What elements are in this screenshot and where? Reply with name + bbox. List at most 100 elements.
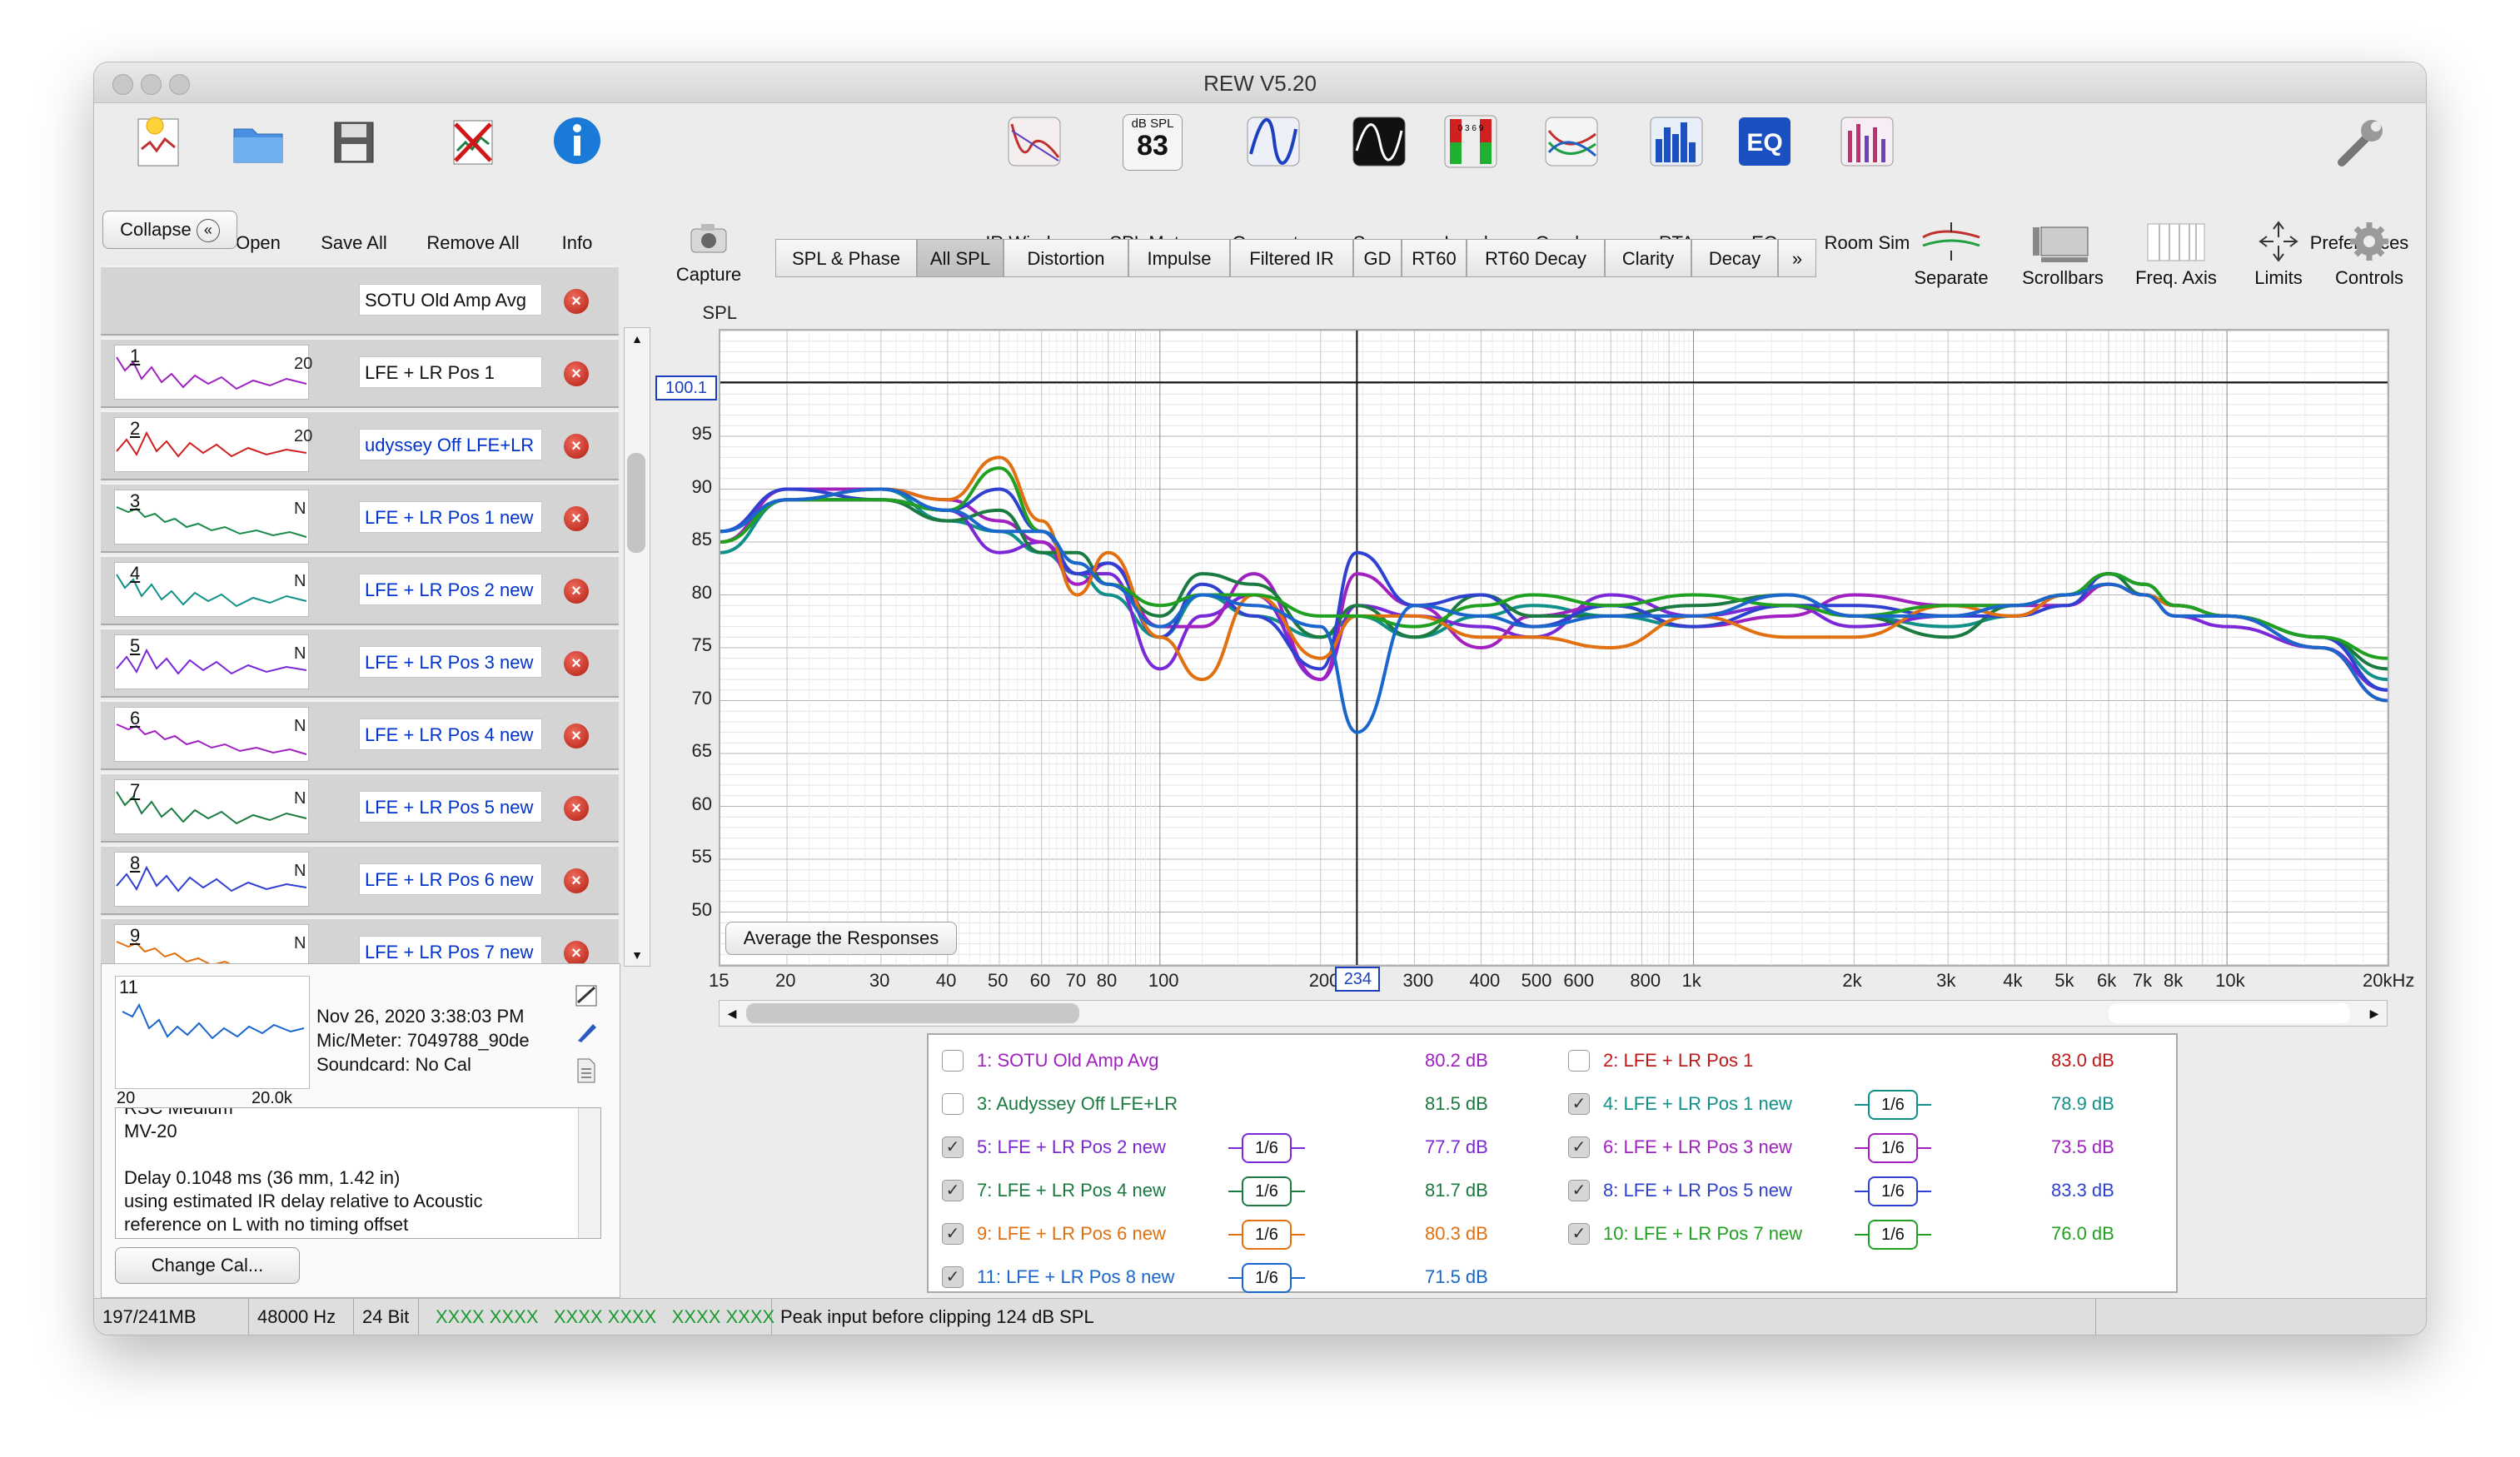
legend-checkbox[interactable]: ✓ <box>942 1223 964 1245</box>
status-message: Peak input before clipping 124 dB SPL <box>772 1299 2096 1335</box>
scrollbars-button[interactable]: Scrollbars <box>2005 221 2121 289</box>
remove-measurement-icon[interactable]: × <box>564 579 589 604</box>
x-tick-label: 40 <box>935 970 957 991</box>
capture-button[interactable]: Capture <box>659 221 759 286</box>
limits-button[interactable]: Limits <box>2233 221 2324 289</box>
measurement-card[interactable]: 4 N LFE + LR Pos 2 new × <box>101 555 619 625</box>
legend-checkbox[interactable]: ✓ <box>942 1180 964 1201</box>
freq-axis-button[interactable]: Freq. Axis <box>2118 221 2234 289</box>
pencil-icon[interactable] <box>575 1021 598 1044</box>
remove-measurement-icon[interactable]: × <box>564 724 589 748</box>
legend-checkbox[interactable]: ✓ <box>1568 1223 1590 1245</box>
legend-checkbox[interactable]: ✓ <box>942 1266 964 1288</box>
remove-measurement-icon[interactable]: × <box>564 434 589 459</box>
remove-measurement-icon[interactable]: × <box>564 868 589 893</box>
controls-button[interactable]: Controls <box>2319 221 2419 289</box>
tab-filtered-ir[interactable]: Filtered IR <box>1230 239 1353 277</box>
thumbnail-trace <box>116 506 307 538</box>
measurement-card[interactable]: 6 N LFE + LR Pos 4 new × <box>101 700 619 770</box>
notes-textarea[interactable]: RSC Medium MV-20 Delay 0.1048 ms (36 mm,… <box>115 1107 601 1239</box>
smoothing-indicator[interactable]: 1/6 <box>1855 1133 1931 1163</box>
y-tick-label: 85 <box>691 529 712 549</box>
remove-measurement-icon[interactable]: × <box>564 651 589 676</box>
bit-depth: 24 Bit <box>354 1299 419 1335</box>
remove-measurement-icon[interactable]: × <box>564 941 589 966</box>
smoothing-indicator[interactable]: 1/6 <box>1228 1220 1305 1250</box>
measurement-card[interactable]: 3 N LFE + LR Pos 1 new × <box>101 483 619 553</box>
smoothing-indicator[interactable]: 1/6 <box>1228 1133 1305 1163</box>
legend-value: 71.5 dB <box>1425 1266 1488 1287</box>
smoothing-indicator[interactable]: 1/6 <box>1855 1220 1931 1250</box>
scroll-left-arrow-icon[interactable]: ◀ <box>720 1001 745 1026</box>
y-tick-label: 70 <box>691 687 712 709</box>
measurement-name-field[interactable]: LFE + LR Pos 1 new <box>359 501 542 533</box>
graph-horizontal-scrollbar[interactable]: ◀ ▶ <box>719 1000 2388 1027</box>
tab-gd[interactable]: GD <box>1353 239 1402 277</box>
measurement-date: Nov 26, 2020 3:38:03 PM <box>316 1006 525 1027</box>
measurement-name-field[interactable]: LFE + LR Pos 2 new <box>359 574 542 605</box>
scroll-thumb[interactable] <box>627 453 645 553</box>
measurement-name-field[interactable]: LFE + LR Pos 1 <box>359 356 542 388</box>
legend-checkbox[interactable] <box>942 1050 964 1072</box>
measurement-card[interactable]: 7 N LFE + LR Pos 5 new × <box>101 773 619 843</box>
measurement-card[interactable]: 8 N LFE + LR Pos 6 new × <box>101 845 619 915</box>
tab-impulse[interactable]: Impulse <box>1128 239 1230 277</box>
memory-usage: 197/241MB <box>94 1299 249 1335</box>
thumbnail-trace <box>116 574 307 608</box>
measurement-name-field[interactable]: LFE + LR Pos 4 new <box>359 719 542 750</box>
measurement-card[interactable]: SOTU Old Amp Avg × <box>101 266 619 336</box>
graph-scroll-track-end <box>2109 1003 2350 1023</box>
legend-checkbox[interactable]: ✓ <box>1568 1093 1590 1115</box>
smoothing-indicator[interactable]: 1/6 <box>1228 1176 1305 1206</box>
tab-clarity[interactable]: Clarity <box>1605 239 1691 277</box>
separate-button[interactable]: Separate <box>1893 221 2010 289</box>
scroll-right-arrow-icon[interactable]: ▶ <box>2362 1001 2387 1026</box>
remove-measurement-icon[interactable]: × <box>564 289 589 314</box>
graph-scroll-thumb[interactable] <box>746 1003 1079 1023</box>
smoothing-indicator[interactable]: 1/6 <box>1228 1263 1305 1293</box>
notes-icon[interactable] <box>575 1057 598 1084</box>
remove-measurement-icon[interactable]: × <box>564 361 589 386</box>
legend-checkbox[interactable]: ✓ <box>1568 1180 1590 1201</box>
measurement-list-scrollbar[interactable]: ▲ ▼ <box>624 327 650 967</box>
edit-graph-icon[interactable] <box>575 984 598 1007</box>
legend-checkbox[interactable]: ✓ <box>942 1136 964 1158</box>
tab-distortion[interactable]: Distortion <box>1004 239 1128 277</box>
measurement-card[interactable]: 5 N LFE + LR Pos 3 new × <box>101 628 619 698</box>
x-tick-label: 1k <box>1681 970 1701 991</box>
legend-checkbox[interactable] <box>1568 1050 1590 1072</box>
average-responses-button[interactable]: Average the Responses <box>725 922 957 955</box>
tab-more-chevron-icon[interactable]: » <box>1778 239 1816 277</box>
tab-decay[interactable]: Decay <box>1691 239 1778 277</box>
legend-label: 10: LFE + LR Pos 7 new <box>1603 1223 1803 1244</box>
measurement-name-field[interactable]: LFE + LR Pos 3 new <box>359 646 542 678</box>
notes-scrollbar[interactable] <box>578 1108 600 1238</box>
measurement-name-field[interactable]: SOTU Old Amp Avg <box>359 284 542 316</box>
tab-rt60-decay[interactable]: RT60 Decay <box>1467 239 1605 277</box>
legend-checkbox[interactable]: ✓ <box>1568 1136 1590 1158</box>
legend-value: 81.5 dB <box>1425 1093 1488 1114</box>
change-cal-button[interactable]: Change Cal... <box>115 1247 300 1284</box>
measurement-name-field[interactable]: LFE + LR Pos 6 new <box>359 863 542 895</box>
measurement-name-field[interactable]: LFE + LR Pos 5 new <box>359 791 542 823</box>
smoothing-indicator[interactable]: 1/6 <box>1855 1176 1931 1206</box>
scroll-down-arrow-icon[interactable]: ▼ <box>625 944 650 966</box>
y-tick-label: 55 <box>691 846 712 867</box>
legend-label: 2: LFE + LR Pos 1 <box>1603 1050 1754 1071</box>
remove-measurement-icon[interactable]: × <box>564 506 589 531</box>
tab-spl-phase[interactable]: SPL & Phase <box>775 239 917 277</box>
measurement-card[interactable]: 2 20 udyssey Off LFE+LR × <box>101 410 619 480</box>
overlays-icon <box>1545 117 1598 167</box>
tab-all-spl[interactable]: All SPL <box>917 239 1004 277</box>
tab-rt60[interactable]: RT60 <box>1402 239 1467 277</box>
separate-icon <box>1922 222 1980 261</box>
collapse-button[interactable]: Collapse « <box>102 211 237 249</box>
spl-graph[interactable]: Average the Responses <box>719 329 2389 967</box>
smoothing-indicator[interactable]: 1/6 <box>1855 1090 1931 1120</box>
measurement-name-field[interactable]: udyssey Off LFE+LR <box>359 429 542 460</box>
remove-measurement-icon[interactable]: × <box>564 796 589 821</box>
legend-checkbox[interactable] <box>942 1093 964 1115</box>
scroll-up-arrow-icon[interactable]: ▲ <box>625 328 650 350</box>
input-level-indicator: XXXX XXXX XXXX XXXX XXXX XXXX <box>427 1299 774 1335</box>
measurement-card[interactable]: 1 20 LFE + LR Pos 1 × <box>101 338 619 408</box>
